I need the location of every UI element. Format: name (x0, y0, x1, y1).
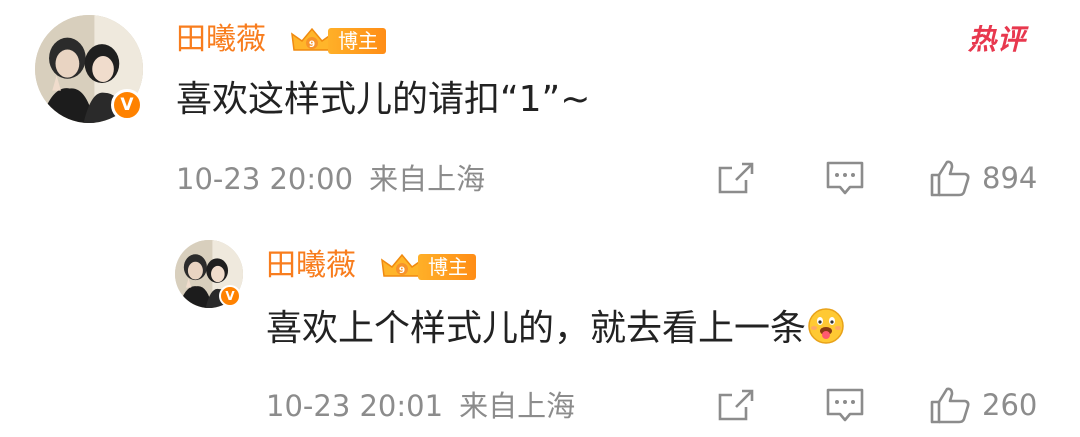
share-icon (718, 162, 754, 194)
blogger-badge: 9 博主 (290, 26, 386, 56)
comment-time: 10-23 20:00 (176, 162, 354, 196)
comment-button[interactable] (825, 387, 865, 425)
comment-text: 喜欢这样式儿的请扣“1”~ (176, 79, 591, 120)
svg-text:9: 9 (399, 266, 405, 276)
comment-button[interactable] (825, 160, 865, 198)
tongue-out-emoji-icon (808, 308, 844, 344)
comment-icon (826, 388, 864, 422)
reply-username[interactable]: 田曦薇 (266, 248, 356, 284)
share-button[interactable] (716, 160, 756, 196)
verified-v-icon: V (219, 285, 241, 307)
svg-text:9: 9 (309, 40, 315, 50)
like-button[interactable]: 260 (928, 385, 1037, 425)
blogger-badge-label: 博主 (418, 254, 476, 280)
reply-text-body: 喜欢上个样式儿的，就去看上一条 (266, 308, 807, 349)
comment-username[interactable]: 田曦薇 (176, 22, 266, 58)
reply-time: 10-23 20:01 (266, 389, 444, 423)
reply-meta: 10-23 20:01 来自上海 (266, 388, 575, 424)
like-count: 260 (982, 388, 1038, 422)
comment-meta: 10-23 20:00 来自上海 (176, 161, 485, 197)
comment-icon (826, 161, 864, 195)
blogger-badge-label: 博主 (328, 28, 386, 54)
reply-text: 喜欢上个样式儿的，就去看上一条 (266, 306, 846, 351)
verified-v-icon: V (111, 89, 143, 121)
thumbs-up-icon (930, 160, 970, 197)
thumbs-up-icon (930, 387, 970, 424)
comment-avatar[interactable]: V (35, 15, 143, 123)
share-icon (718, 389, 754, 421)
blogger-badge: 9 博主 (380, 252, 476, 282)
share-button[interactable] (716, 387, 756, 423)
like-count: 894 (982, 161, 1038, 195)
reply-location: 来自上海 (459, 389, 576, 423)
hot-comment-tag: 热评 (968, 23, 1027, 56)
like-button[interactable]: 894 (928, 158, 1037, 198)
comment-location: 来自上海 (369, 162, 486, 196)
reply-avatar[interactable]: V (175, 240, 243, 308)
